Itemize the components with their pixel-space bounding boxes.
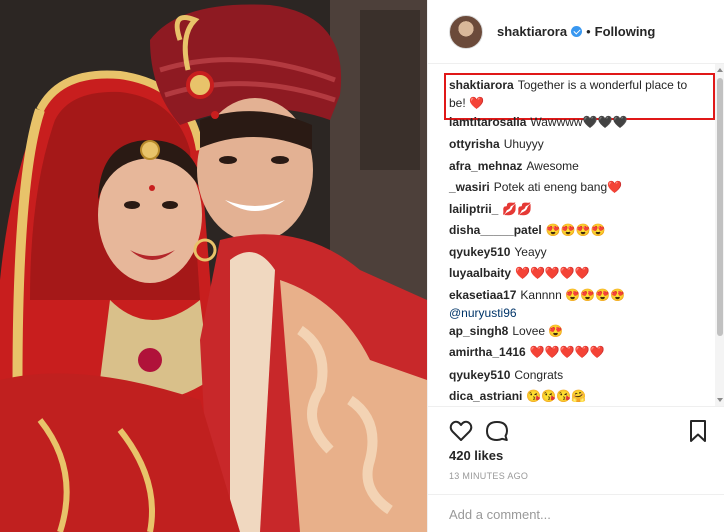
post-side-panel: shaktiarora • Following shaktiarora Toget… bbox=[427, 0, 724, 532]
comment-username[interactable]: ap_singh8 bbox=[449, 324, 508, 338]
comment-text: Potek ati eneng bang❤️ bbox=[493, 180, 623, 194]
comment-text: Lovee 😍 bbox=[512, 324, 564, 338]
header-separator: • bbox=[586, 24, 591, 39]
comment-username[interactable]: qyukey510 bbox=[449, 368, 510, 382]
verified-badge-icon bbox=[571, 26, 583, 37]
post-photo-illustration bbox=[0, 0, 427, 532]
comment-text: Kannnn 😍😍😍😍 bbox=[520, 288, 625, 302]
comment-item: qyukey510 Congrats bbox=[449, 366, 711, 384]
comment-text: 😍😍😍😍 bbox=[545, 223, 606, 237]
comment-text: Uhuyyy bbox=[503, 137, 544, 151]
comment-text: ❤️❤️❤️❤️❤️ bbox=[515, 266, 590, 280]
comment-username[interactable]: ekasetiaa17 bbox=[449, 288, 516, 302]
comment-username[interactable]: amirtha_1416 bbox=[449, 345, 526, 359]
comment-mention-link[interactable]: @nuryusti96 bbox=[449, 306, 517, 320]
add-comment-input[interactable] bbox=[449, 505, 699, 523]
comment-item: ekasetiaa17 Kannnn 😍😍😍😍 @nuryusti96 bbox=[449, 286, 711, 322]
following-button[interactable]: Following bbox=[595, 24, 656, 39]
comment-text: 💋💋 bbox=[502, 202, 533, 216]
scroll-down-arrow-icon[interactable] bbox=[717, 398, 723, 402]
comment-item: disha_____patel 😍😍😍😍 bbox=[449, 221, 711, 239]
comment-username[interactable]: disha_____patel bbox=[449, 223, 542, 237]
comment-item: iamtitarosalia Wawwww🖤🖤🖤 bbox=[449, 113, 711, 131]
comment-username[interactable]: dica_astriani bbox=[449, 389, 522, 403]
comments-list[interactable]: shaktiarora Together is a wonderful place… bbox=[428, 64, 716, 406]
comment-item: luyaalbaity ❤️❤️❤️❤️❤️ bbox=[449, 264, 711, 282]
comment-username[interactable]: afra_mehnaz bbox=[449, 159, 522, 173]
add-comment-bar bbox=[428, 494, 724, 532]
comment-username[interactable]: ottyrisha bbox=[449, 137, 500, 151]
comment-item: afra_mehnaz Awesome bbox=[449, 157, 711, 175]
caption-username[interactable]: shaktiarora bbox=[449, 78, 514, 92]
header-username[interactable]: shaktiarora bbox=[497, 24, 567, 39]
comment-item: amirtha_1416 ❤️❤️❤️❤️❤️ bbox=[449, 343, 711, 361]
post-photo[interactable] bbox=[0, 0, 427, 532]
comment-text: Awesome bbox=[526, 159, 579, 173]
comment-item: ap_singh8 Lovee 😍 bbox=[449, 322, 711, 340]
comment-icon[interactable] bbox=[485, 419, 509, 443]
comment-username[interactable]: qyukey510 bbox=[449, 245, 510, 259]
heart-icon[interactable] bbox=[449, 419, 473, 443]
comments-scrollbar[interactable] bbox=[715, 64, 724, 406]
likes-count[interactable]: 420 likes bbox=[449, 448, 503, 463]
comment-username[interactable]: iamtitarosalia bbox=[449, 115, 526, 129]
comment-text: 😘😘😘🤗 bbox=[526, 389, 587, 403]
comment-text: ❤️❤️❤️❤️❤️ bbox=[529, 345, 605, 359]
avatar-icon[interactable] bbox=[449, 14, 483, 49]
comment-text: Wawwww🖤🖤🖤 bbox=[530, 115, 628, 129]
comment-username[interactable]: luyaalbaity bbox=[449, 266, 511, 280]
comment-item: _wasiri Potek ati eneng bang❤️ bbox=[449, 178, 711, 196]
scrollbar-thumb[interactable] bbox=[717, 78, 723, 336]
post-actions: 420 likes 13 MINUTES AGO bbox=[428, 406, 724, 532]
post-header: shaktiarora • Following bbox=[428, 0, 724, 64]
caption: shaktiarora Together is a wonderful place… bbox=[449, 76, 689, 112]
comment-item: lailiptrii_ 💋💋 bbox=[449, 200, 711, 218]
comment-username[interactable]: lailiptrii_ bbox=[449, 202, 498, 216]
comment-item: dica_astriani 😘😘😘🤗 bbox=[449, 387, 711, 405]
comment-item: qyukey510 Yeayy bbox=[449, 243, 711, 261]
post-timestamp[interactable]: 13 MINUTES AGO bbox=[449, 471, 528, 481]
comment-text: Congrats bbox=[514, 368, 564, 382]
comment-text: Yeayy bbox=[514, 245, 547, 259]
comment-username[interactable]: _wasiri bbox=[449, 180, 490, 194]
bookmark-icon[interactable] bbox=[686, 419, 710, 443]
comment-item: ottyrisha Uhuyyy bbox=[449, 135, 711, 153]
scroll-up-arrow-icon[interactable] bbox=[717, 68, 723, 72]
